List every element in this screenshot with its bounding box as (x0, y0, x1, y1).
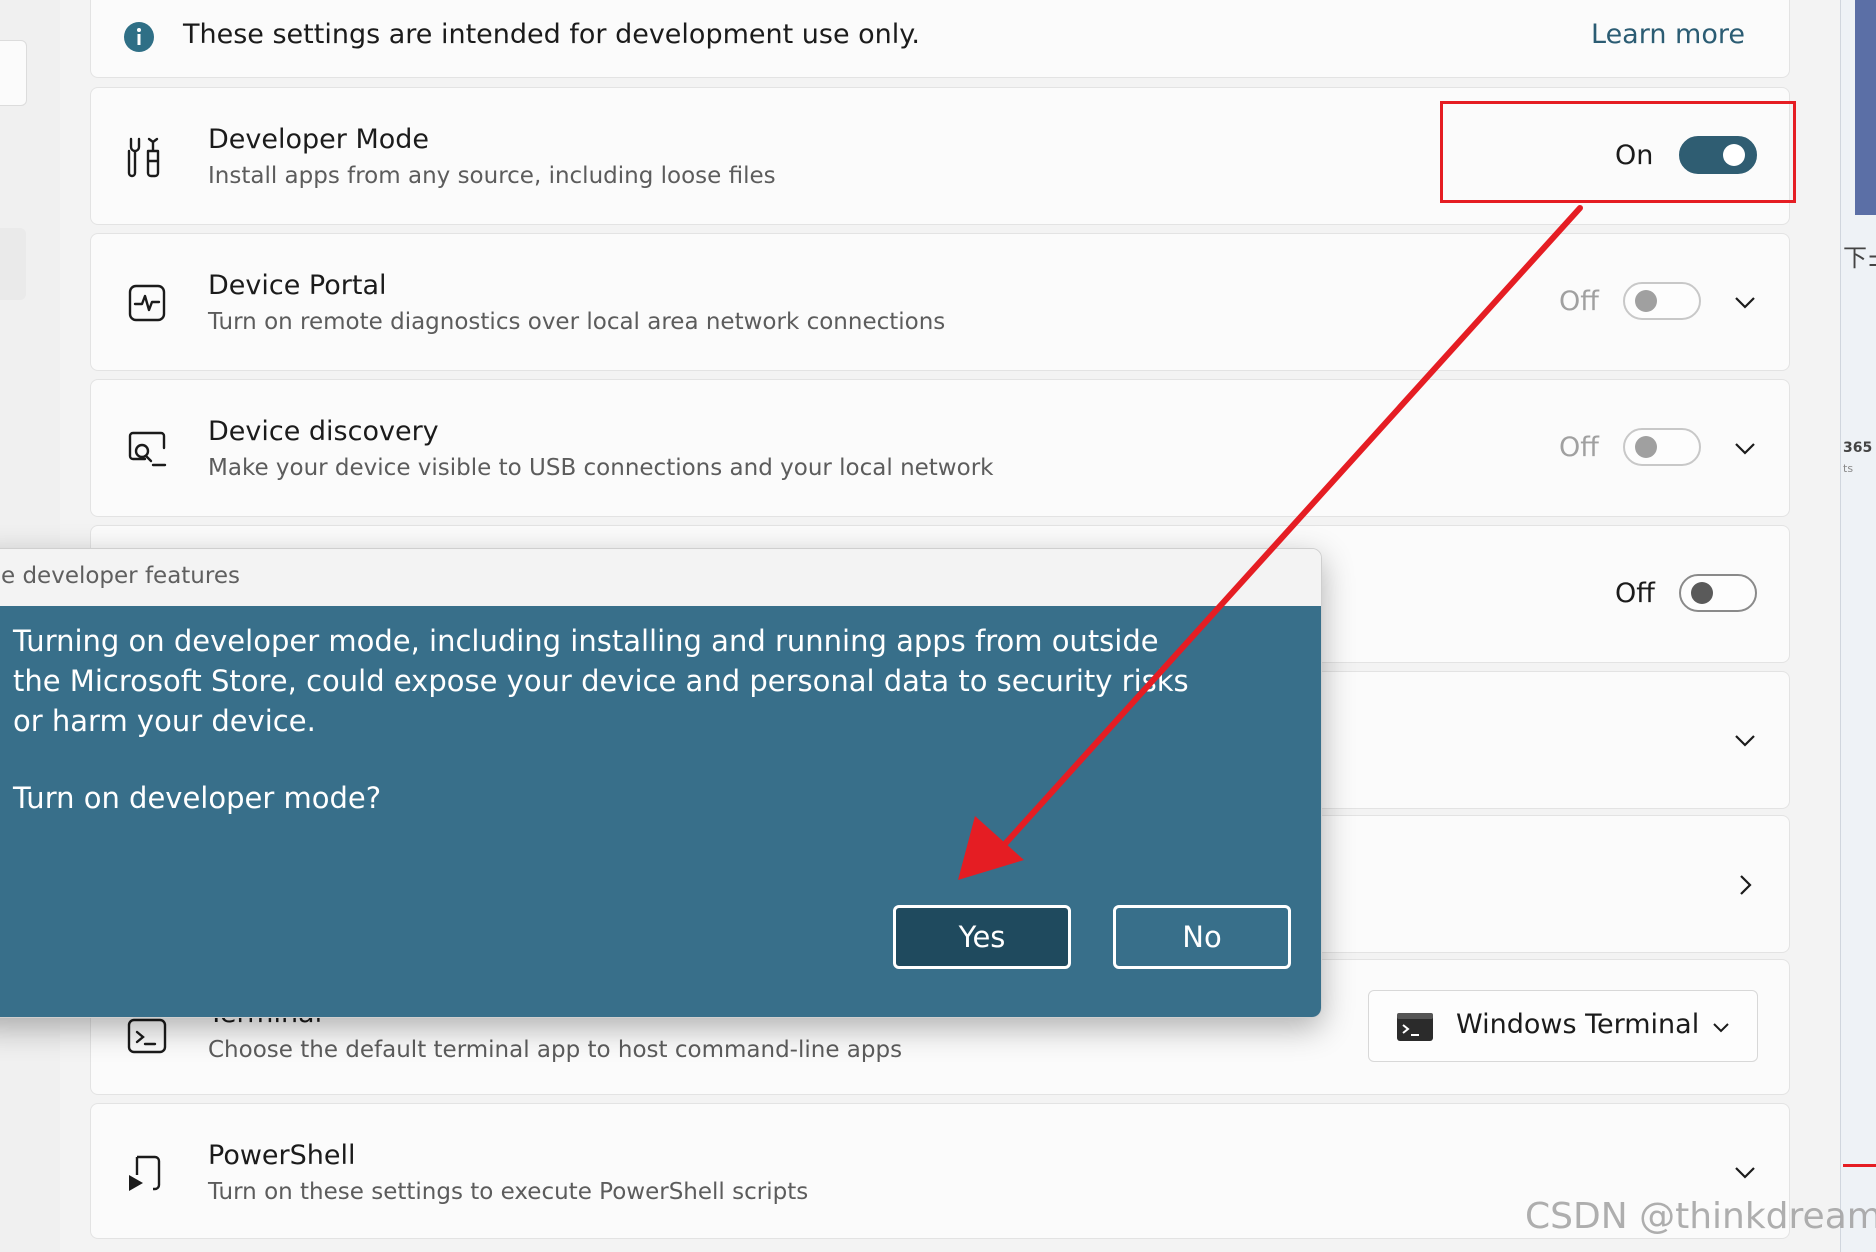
annotation-arrow (958, 205, 1583, 880)
watermark: CSDN @thinkdreamyy (1525, 1196, 1876, 1237)
